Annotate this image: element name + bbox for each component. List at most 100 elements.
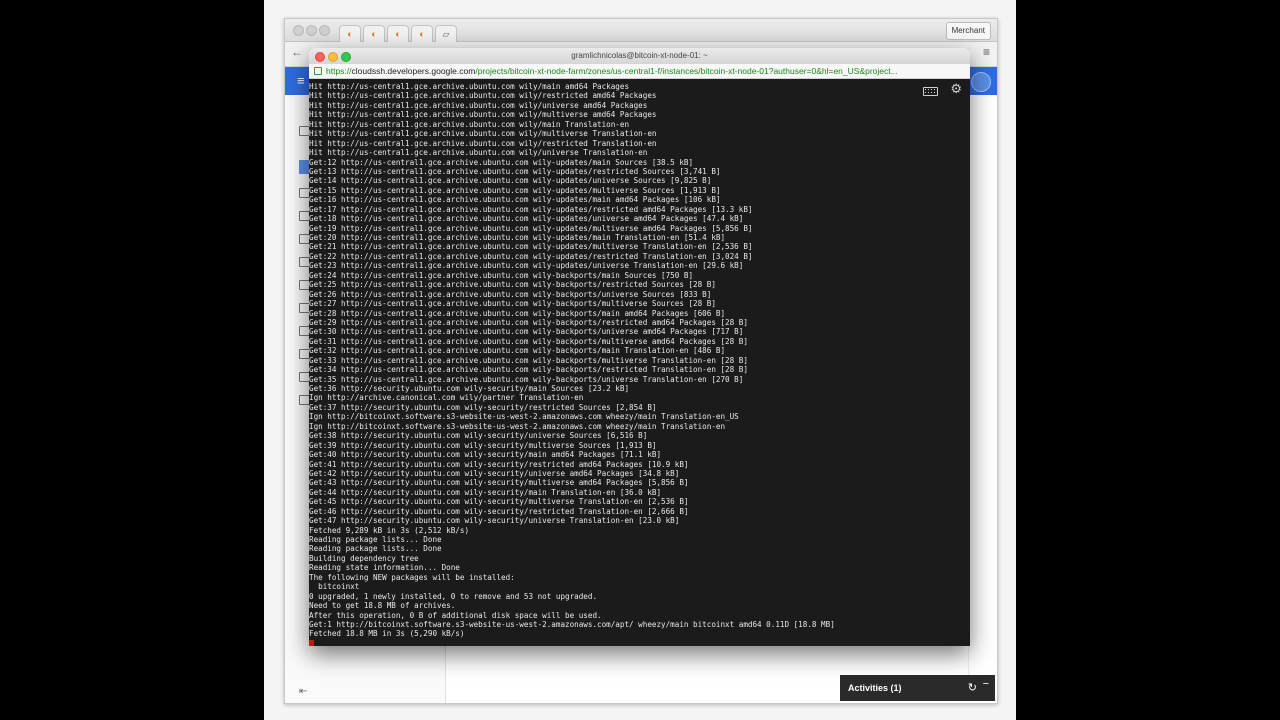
terminal-line: Building dependency tree [309,553,419,563]
terminal-line: Hit http://us-central1.gce.archive.ubunt… [309,110,657,120]
chrome-tab-icon: ◐ [347,29,353,39]
terminal-line: Hit http://us-central1.gce.archive.ubunt… [309,138,657,148]
url-host: cloudssh.developers.google.com [351,66,476,76]
terminal-line: Get:38 http://security.ubuntu.com wily-s… [309,431,648,441]
terminal-line: Get:12 http://us-central1.gce.archive.ub… [309,157,694,167]
terminal-line: Get:34 http://us-central1.gce.archive.ub… [309,365,748,375]
terminal-line: Get:25 http://us-central1.gce.archive.ub… [309,280,716,290]
chrome-tab-icon: ◐ [419,29,425,39]
terminal-line: Get:37 http://security.ubuntu.com wily-s… [309,402,657,412]
browser-titlebar: ◐ ◐ ◐ ◐ ▱ Merchant [285,19,997,42]
browser-tab[interactable]: ◐ [411,25,433,42]
terminal-line: Get:46 http://security.ubuntu.com wily-s… [309,506,689,516]
activities-label: Activities (1) [848,683,902,693]
terminal-line: Get:15 http://us-central1.gce.archive.ub… [309,185,721,195]
terminal-line: Hit http://us-central1.gce.archive.ubunt… [309,91,657,101]
avatar[interactable] [971,72,991,92]
minimize-icon[interactable]: − [983,678,989,690]
terminal-line: 0 upgraded, 1 newly installed, 0 to remo… [309,591,598,601]
terminal-line: Get:32 http://us-central1.gce.archive.ub… [309,346,726,356]
terminal-line: Get:24 http://us-central1.gce.archive.ub… [309,270,694,280]
terminal-line: Get:39 http://security.ubuntu.com wily-s… [309,440,657,450]
merchant-button[interactable]: Merchant [945,22,991,40]
terminal-line: After this operation, 0 B of additional … [309,610,602,620]
lock-icon [314,67,322,75]
terminal-line: Get:18 http://us-central1.gce.archive.ub… [309,214,744,224]
terminal-line: Get:30 http://us-central1.gce.archive.ub… [309,327,744,337]
terminal-line: Ign http://archive.canonical.com wily/pa… [309,393,584,403]
terminal-line: Fetched 18.8 MB in 3s (5,290 kB/s) [309,629,465,639]
refresh-icon[interactable]: ↻ [968,681,977,694]
terminal-line: Get:43 http://security.ubuntu.com wily-s… [309,478,689,488]
terminal-line: Get:17 http://us-central1.gce.archive.ub… [309,204,753,214]
console-right-panel [968,96,997,696]
terminal-line: Get:47 http://security.ubuntu.com wily-s… [309,516,680,526]
terminal-prompt-line[interactable] [309,639,970,646]
terminal-line: Get:21 http://us-central1.gce.archive.ub… [309,242,753,252]
terminal-line: Reading package lists... Done [309,544,442,554]
terminal-line: Reading state information... Done [309,563,460,573]
minimize-traffic-light[interactable] [306,25,317,36]
chrome-tab-icon: ◐ [371,29,377,39]
terminal-line: Get:23 http://us-central1.gce.archive.ub… [309,261,744,271]
terminal-line: Need to get 18.8 MB of archives. [309,601,456,611]
terminal-line: bitcoinxt [309,582,360,592]
terminal-line: Hit http://us-central1.gce.archive.ubunt… [309,100,648,110]
ssh-window: gramlichnicolas@bitcoin-xt-node-01: ~ ht… [309,48,970,646]
terminal-line: Get:20 http://us-central1.gce.archive.ub… [309,233,726,242]
terminal-line: Get:42 http://security.ubuntu.com wily-s… [309,468,680,478]
zoom-traffic-light[interactable] [319,25,330,36]
browser-tab[interactable]: ◐ [387,25,409,42]
terminal-line: Get:1 http://bitcoinxt.software.s3-websi… [309,619,835,629]
close-traffic-light[interactable] [293,25,304,36]
terminal-line: Get:36 http://security.ubuntu.com wily-s… [309,384,630,393]
terminal-line: Get:14 http://us-central1.gce.archive.ub… [309,176,712,186]
hamburger-menu-icon[interactable]: ≡ [297,73,305,88]
terminal-line: Get:33 http://us-central1.gce.archive.ub… [309,355,748,365]
activities-panel[interactable]: Activities (1) ↻ − [840,675,995,701]
selected-sidebar-item[interactable] [299,160,309,174]
back-arrow-icon[interactable]: ← [291,45,303,59]
terminal-line: Get:44 http://security.ubuntu.com wily-s… [309,487,662,497]
terminal-line: Hit http://us-central1.gce.archive.ubunt… [309,119,630,129]
url: https://cloudssh.developers.google.com/p… [326,64,898,78]
terminal-line: Get:31 http://us-central1.gce.archive.ub… [309,336,748,346]
screen: ◐ ◐ ◐ ◐ ▱ Merchant ← ≡ ≡ ⇤ Activities (1… [264,0,1016,720]
terminal-line: Ign http://bitcoinxt.software.s3-website… [309,421,726,431]
terminal-output[interactable]: ⚙ Hit http://us-central1.gce.archive.ubu… [309,79,970,646]
chrome-tab-icon: ◐ [395,29,401,39]
terminal-line: Get:41 http://security.ubuntu.com wily-s… [309,459,689,469]
terminal-cursor [309,639,314,646]
page-tab-icon: ▱ [442,29,450,39]
terminal-line: Get:29 http://us-central1.gce.archive.ub… [309,317,748,327]
terminal-line: Fetched 9,289 kB in 3s (2,512 kB/s) [309,525,470,535]
url-path: /projects/bitcoin-xt-node-farm/zones/us-… [475,66,898,76]
ssh-address-bar[interactable]: https://cloudssh.developers.google.com/p… [309,64,970,79]
terminal-line: Get:22 http://us-central1.gce.archive.ub… [309,251,753,261]
menu-icon[interactable]: ≡ [983,45,990,59]
terminal-line: Hit http://us-central1.gce.archive.ubunt… [309,148,648,158]
browser-tab[interactable]: ◐ [339,25,361,42]
ssh-window-title: gramlichnicolas@bitcoin-xt-node-01: ~ [571,51,708,60]
terminal-line: Reading package lists... Done [309,535,442,544]
terminal-line: Get:13 http://us-central1.gce.archive.ub… [309,166,721,176]
keyboard-icon[interactable] [923,87,938,96]
browser-tab[interactable]: ▱ [435,25,457,42]
terminal-line: Get:16 http://us-central1.gce.archive.ub… [309,195,721,205]
collapse-sidebar-icon[interactable]: ⇤ [299,686,307,697]
terminal-line: Get:45 http://security.ubuntu.com wily-s… [309,497,689,507]
ssh-titlebar: gramlichnicolas@bitcoin-xt-node-01: ~ [309,48,970,65]
gear-icon[interactable]: ⚙ [950,81,962,97]
terminal-line: Hit http://us-central1.gce.archive.ubunt… [309,129,657,139]
url-scheme: https:// [326,66,352,76]
terminal-line: The following NEW packages will be insta… [309,572,515,582]
terminal-line: Hit http://us-central1.gce.archive.ubunt… [309,82,630,91]
terminal-line: Get:26 http://us-central1.gce.archive.ub… [309,289,712,299]
terminal-line: Get:35 http://us-central1.gce.archive.ub… [309,374,744,384]
browser-tab[interactable]: ◐ [363,25,385,42]
terminal-line: Get:27 http://us-central1.gce.archive.ub… [309,299,716,309]
terminal-line: Get:28 http://us-central1.gce.archive.ub… [309,308,726,318]
terminal-line: Get:19 http://us-central1.gce.archive.ub… [309,223,753,233]
terminal-line: Get:40 http://security.ubuntu.com wily-s… [309,450,662,460]
terminal-line: Ign http://bitcoinxt.software.s3-website… [309,412,739,422]
